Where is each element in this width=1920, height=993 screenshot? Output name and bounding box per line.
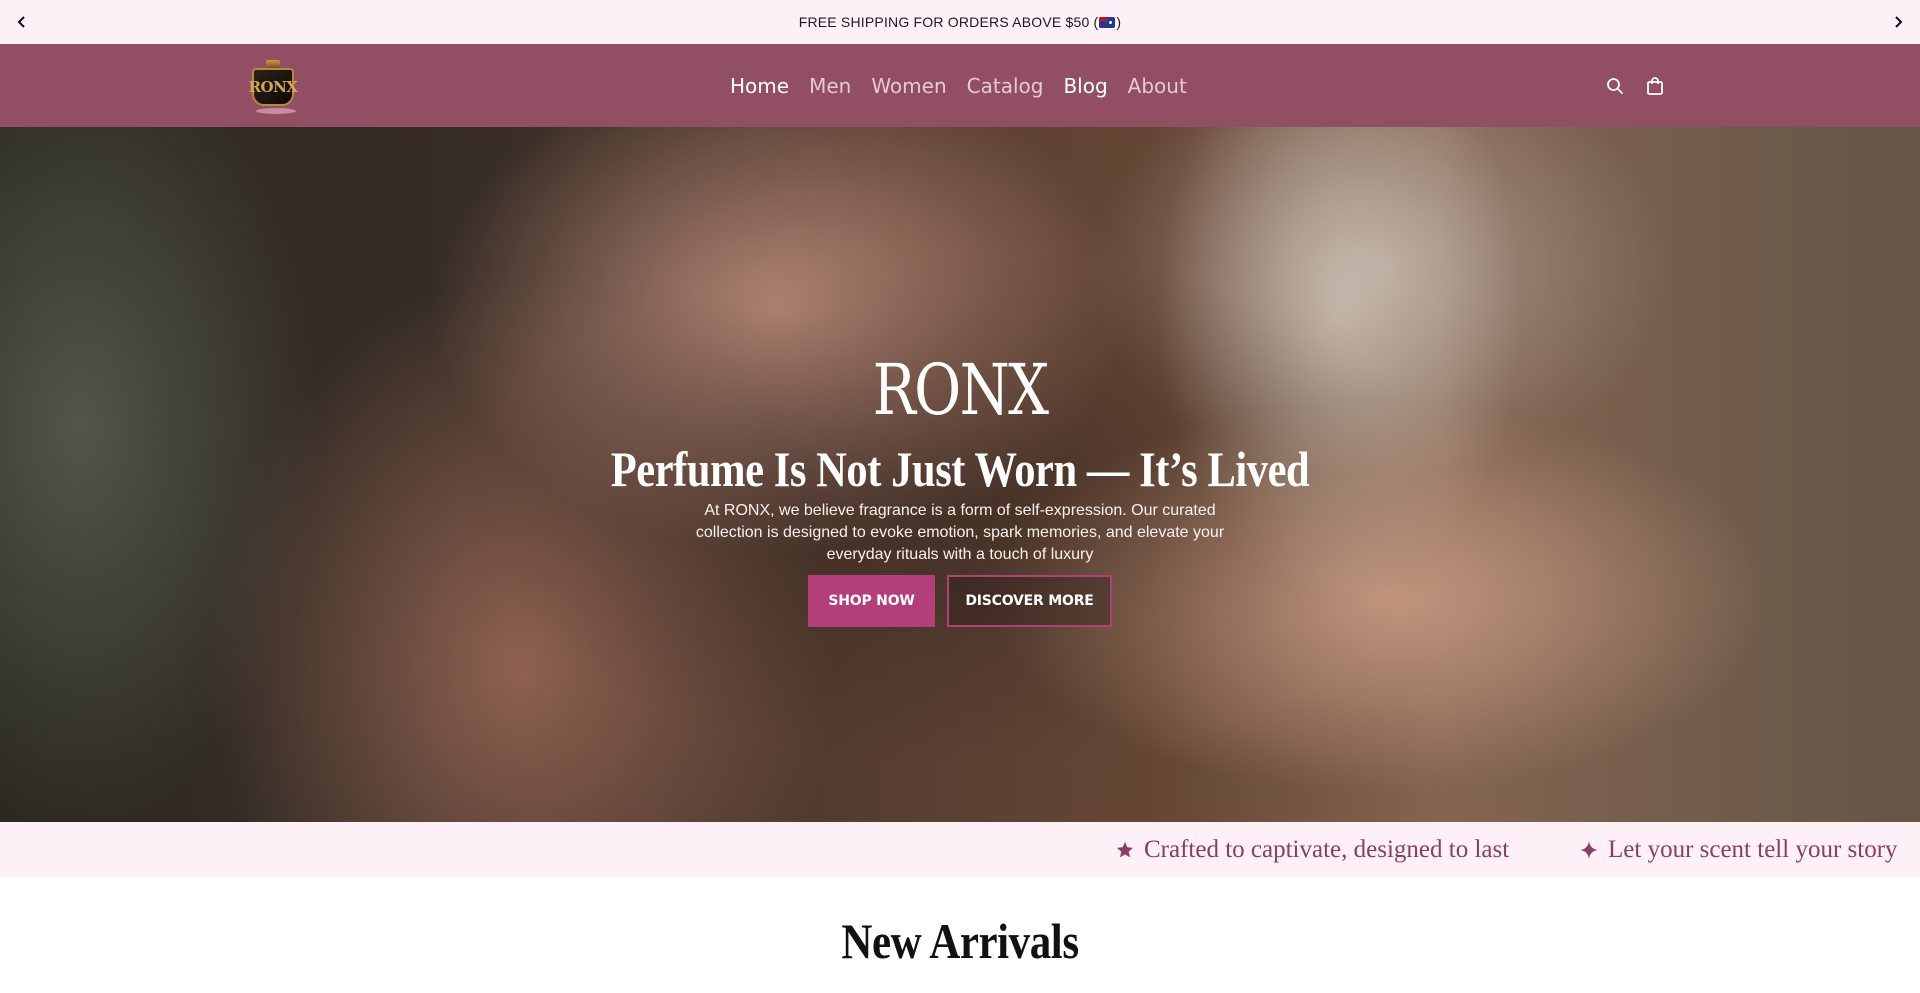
discover-more-button[interactable]: DISCOVER MORE xyxy=(947,575,1112,627)
nav-men[interactable]: Men xyxy=(809,74,851,98)
cart-button[interactable] xyxy=(1646,76,1664,95)
new-arrivals-heading: New Arrivals xyxy=(841,913,1079,969)
search-icon xyxy=(1607,77,1623,94)
main-nav: Home Men Women Catalog Blog About xyxy=(730,44,1207,127)
shopping-bag-icon xyxy=(1647,77,1663,95)
search-button[interactable] xyxy=(1606,77,1624,95)
nav-women[interactable]: Women xyxy=(871,74,946,98)
hero-buttons: SHOP NOW DISCOVER MORE xyxy=(808,575,1112,627)
star-icon xyxy=(1116,841,1134,857)
announcement-next-button[interactable] xyxy=(1876,0,1920,44)
announcement-bar: FREE SHIPPING FOR ORDERS ABOVE $50 () xyxy=(0,0,1920,44)
announcement-text: FREE SHIPPING FOR ORDERS ABOVE $50 () xyxy=(798,14,1122,30)
nav-blog[interactable]: Blog xyxy=(1063,74,1107,98)
brand-logo[interactable]: RONX xyxy=(244,53,302,119)
hero-description: At RONX, we believe fragrance is a form … xyxy=(695,502,1225,563)
australia-flag-icon xyxy=(1099,17,1116,28)
hero-subtitle: Perfume Is Not Just Worn — It’s Lived xyxy=(610,441,1310,497)
nav-about[interactable]: About xyxy=(1128,74,1187,98)
chevron-right-icon xyxy=(1895,16,1903,28)
header-actions xyxy=(1606,44,1664,127)
shop-now-button[interactable]: SHOP NOW xyxy=(808,575,935,627)
hero-title: RONX xyxy=(872,349,1049,431)
logo-text: RONX xyxy=(249,68,298,106)
chevron-left-icon xyxy=(17,16,25,28)
scrolling-tagline-strip: Crafted to captivate, designed to last L… xyxy=(0,822,1920,877)
tagline-item: Let your scent tell your story xyxy=(1580,822,1898,877)
nav-home[interactable]: Home xyxy=(730,74,789,98)
hero-banner: RONX Perfume Is Not Just Worn — It’s Liv… xyxy=(0,127,1920,822)
announcement-prev-button[interactable] xyxy=(0,0,44,44)
site-header: RONX Home Men Women Catalog Blog About xyxy=(0,44,1920,127)
tagline-item: Crafted to captivate, designed to last xyxy=(1116,822,1509,877)
nav-catalog[interactable]: Catalog xyxy=(967,74,1044,98)
sparkle-icon xyxy=(1580,840,1598,859)
